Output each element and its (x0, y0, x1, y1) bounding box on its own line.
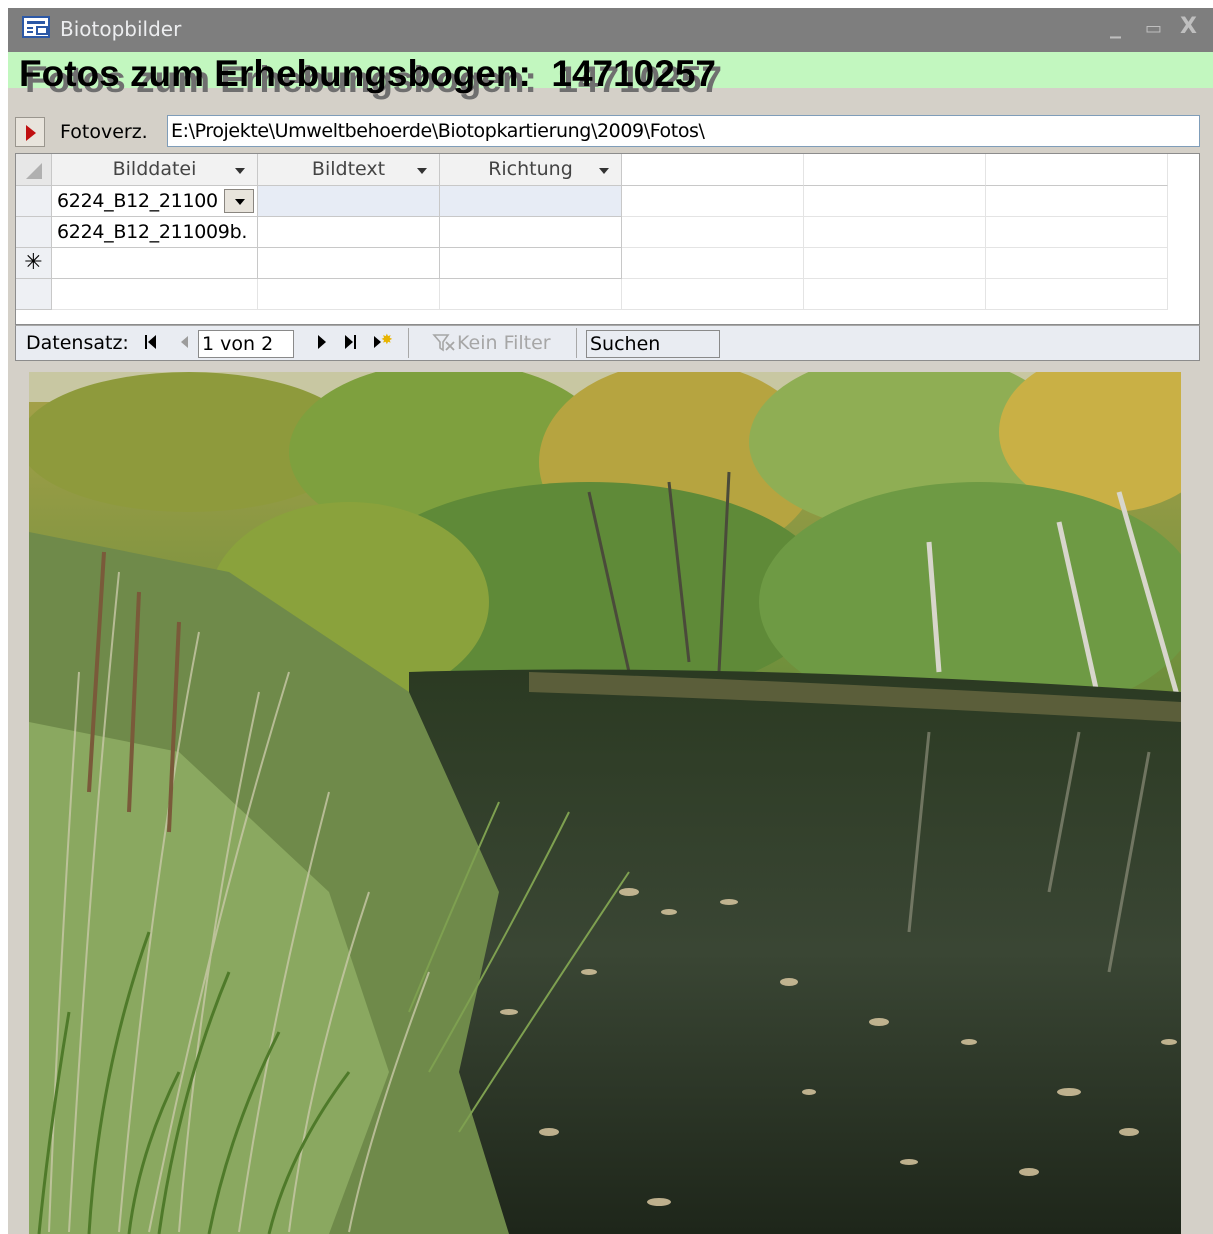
photo-directory-field[interactable]: E:\Projekte\Umweltbehoerde\Biotopkartier… (167, 115, 1200, 147)
sort-dropdown-icon[interactable] (417, 168, 427, 174)
bilddatei-cell[interactable]: 6224_B12_21100 (52, 186, 258, 217)
bilddatei-cell[interactable] (52, 248, 258, 279)
empty-cell (804, 217, 986, 248)
richtung-cell[interactable] (440, 248, 622, 279)
empty-cell (986, 248, 1168, 279)
record-label: Datensatz: (26, 332, 129, 354)
column-header-label: Richtung (488, 158, 573, 180)
row-selector[interactable] (16, 217, 52, 248)
page-title: Fotos zum Erhebungsbogen: 14710257 (19, 53, 716, 94)
biotopbilder-window: Biotopbilder _ ▭ X Fotos zum Erhebungsbo… (8, 8, 1213, 1234)
close-button[interactable]: X (1180, 14, 1197, 39)
next-record-button[interactable] (312, 333, 332, 353)
empty-cell (52, 279, 258, 310)
window-title: Biotopbilder (60, 17, 182, 41)
empty-cell (804, 248, 986, 279)
title-bar[interactable]: Biotopbilder _ ▭ X (8, 8, 1213, 52)
divider (576, 328, 577, 358)
empty-cell (258, 279, 440, 310)
select-all-corner[interactable] (16, 154, 52, 186)
bildtext-cell[interactable] (258, 248, 440, 279)
empty-row (16, 279, 1199, 310)
open-directory-button[interactable] (15, 117, 45, 147)
form-icon (22, 16, 50, 38)
table-row[interactable]: 6224_B12_211009b. (16, 217, 1199, 248)
empty-header (986, 154, 1168, 186)
row-selector (16, 279, 52, 310)
sort-dropdown-icon[interactable] (235, 168, 245, 174)
empty-cell (622, 186, 804, 217)
previous-record-button[interactable] (176, 333, 196, 353)
empty-cell (804, 186, 986, 217)
empty-cell (440, 279, 622, 310)
first-record-button[interactable] (142, 333, 162, 353)
maximize-button[interactable]: ▭ (1145, 18, 1162, 39)
divider (408, 328, 409, 358)
biotope-photo (29, 372, 1181, 1234)
no-filter-button[interactable]: Kein Filter (457, 331, 551, 355)
empty-cell (622, 248, 804, 279)
combo-dropdown-button[interactable] (224, 189, 254, 213)
empty-cell (622, 217, 804, 248)
photo-directory-row: Fotoverz. E:\Projekte\Umweltbehoerde\Bio… (8, 114, 1213, 150)
photo-directory-label: Fotoverz. (60, 121, 148, 143)
photo-datasheet: Bilddatei Bildtext Richtung 6224_B12_211… (15, 153, 1200, 325)
new-record-button[interactable]: ✸ (372, 332, 393, 353)
new-record-icon: ✳ (16, 248, 52, 279)
pond-photo-image (29, 372, 1181, 1234)
filter-icon (432, 334, 455, 352)
column-header-bildtext[interactable]: Bildtext (258, 154, 440, 186)
bildtext-cell[interactable] (258, 186, 440, 217)
richtung-cell[interactable] (440, 217, 622, 248)
chevron-down-icon (235, 199, 245, 205)
richtung-cell[interactable] (440, 186, 622, 217)
minimize-button[interactable]: _ (1110, 14, 1121, 39)
current-record-field[interactable]: 1 von 2 (198, 330, 294, 358)
column-header-richtung[interactable]: Richtung (440, 154, 622, 186)
search-input[interactable]: Suchen (586, 330, 720, 358)
sort-dropdown-icon[interactable] (599, 168, 609, 174)
new-star-icon: ✸ (381, 332, 393, 348)
empty-cell (804, 279, 986, 310)
column-header-bilddatei[interactable]: Bilddatei (52, 154, 258, 186)
new-record-row[interactable]: ✳ (16, 248, 1199, 279)
column-header-label: Bilddatei (112, 158, 197, 180)
play-icon (26, 125, 36, 141)
empty-cell (622, 279, 804, 310)
empty-header (804, 154, 986, 186)
last-record-button[interactable] (342, 333, 362, 353)
form-header: Fotos zum Erhebungsbogen: 14710257 (8, 52, 1213, 94)
bildtext-cell[interactable] (258, 217, 440, 248)
empty-cell (986, 217, 1168, 248)
bilddatei-cell[interactable]: 6224_B12_211009b. (52, 217, 258, 248)
record-navigation-bar: Datensatz: 1 von 2 ✸ Kein Filter Suchen (15, 325, 1200, 361)
empty-cell (986, 279, 1168, 310)
empty-header (622, 154, 804, 186)
empty-cell (986, 186, 1168, 217)
cell-value: 6224_B12_21100 (57, 190, 218, 212)
column-header-label: Bildtext (311, 158, 386, 180)
table-row[interactable]: 6224_B12_21100 (16, 186, 1199, 217)
row-selector[interactable] (16, 186, 52, 217)
